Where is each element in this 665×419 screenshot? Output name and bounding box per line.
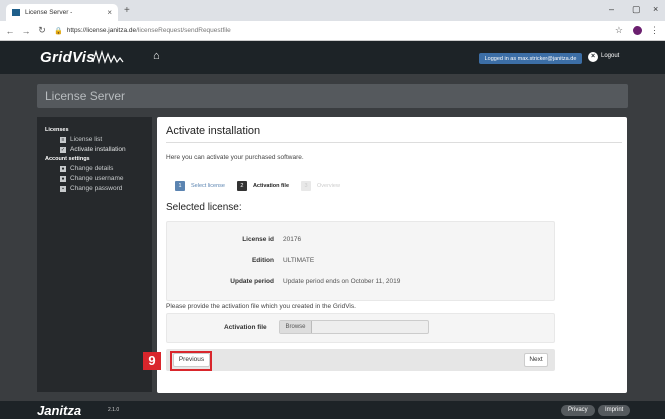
browse-button[interactable]: Browse bbox=[280, 321, 312, 333]
step-label: Select license bbox=[191, 183, 225, 189]
step-indicator: 1 Select license 2 Activation file 3 Ove… bbox=[175, 181, 352, 191]
gridvis-logo[interactable]: GridVis bbox=[40, 49, 95, 66]
lock-icon: ▪ bbox=[60, 185, 66, 192]
janitza-logo: Janitza bbox=[37, 403, 82, 418]
url-path: /licenseRequest/sendRequestfile bbox=[136, 27, 231, 34]
activation-file-box: Activation file Browse bbox=[166, 313, 555, 343]
sidebar-heading-licenses: Licenses bbox=[45, 127, 69, 133]
version-label: 2.1.0 bbox=[108, 407, 120, 413]
privacy-link[interactable]: Privacy bbox=[561, 405, 595, 416]
wizard-footer: Previous Next bbox=[166, 349, 555, 371]
section-title: Selected license: bbox=[166, 202, 242, 213]
intro-text: Here you can activate your purchased sof… bbox=[166, 154, 304, 161]
tab-title: License Server - bbox=[25, 9, 73, 16]
edition-value: ULTIMATE bbox=[283, 257, 315, 264]
address-bar: ← → ↻ 🔒 https://license.janitza.de /lice… bbox=[0, 21, 665, 41]
provide-text: Please provide the activation file which… bbox=[166, 303, 356, 310]
step-number: 1 bbox=[175, 181, 185, 191]
url-host: https://license.janitza.de bbox=[66, 27, 137, 34]
bookmark-star-icon[interactable]: ☆ bbox=[615, 25, 623, 36]
edition-label: Edition bbox=[251, 257, 274, 264]
step-select-license[interactable]: 1 Select license bbox=[175, 181, 225, 191]
close-tab-icon[interactable]: × bbox=[107, 8, 112, 17]
user-icon: ● bbox=[60, 175, 66, 182]
tutorial-step-marker: 9 bbox=[143, 352, 161, 370]
sidebar-item-activate-installation[interactable]: ✓ Activate installation bbox=[60, 146, 152, 153]
check-icon: ✓ bbox=[60, 146, 66, 153]
sidebar-item-license-list[interactable]: ≡ License list bbox=[60, 136, 152, 143]
home-icon[interactable]: ⌂ bbox=[153, 50, 160, 62]
back-icon[interactable]: ← bbox=[4, 26, 16, 36]
next-button[interactable]: Next bbox=[524, 353, 548, 367]
browser-titlebar: License Server - × + – ▢ × bbox=[0, 0, 665, 21]
imprint-link[interactable]: Imprint bbox=[598, 405, 631, 416]
license-details: License id 20176 Edition ULTIMATE Update… bbox=[166, 221, 555, 301]
url-field[interactable]: 🔒 https://license.janitza.de /licenseReq… bbox=[54, 24, 615, 38]
list-icon: ≡ bbox=[60, 136, 66, 143]
step-activation-file: 2 Activation file bbox=[236, 181, 289, 191]
sidebar-item-change-password[interactable]: ▪ Change password bbox=[60, 185, 152, 192]
previous-button-highlight bbox=[170, 351, 212, 371]
logout-link[interactable]: Logout bbox=[601, 53, 619, 59]
edition-row: Edition ULTIMATE bbox=[167, 257, 556, 269]
main-panel: Activate installation Here you can activ… bbox=[157, 117, 627, 393]
update-period-row: Update period Update period ends on Octo… bbox=[167, 278, 556, 290]
sidebar-heading-account: Account settings bbox=[45, 156, 90, 162]
new-tab-icon[interactable]: + bbox=[124, 5, 130, 16]
update-period-label: Update period bbox=[230, 278, 274, 285]
app-footer: Janitza 2.1.0 Privacy Imprint bbox=[0, 401, 665, 419]
step-label: Activation file bbox=[252, 183, 289, 189]
step-number: 2 bbox=[236, 181, 247, 191]
logout-icon[interactable]: × bbox=[588, 52, 598, 62]
sidebar-item-label: License list bbox=[70, 136, 103, 143]
step-number: 3 bbox=[301, 181, 311, 191]
page-banner: License Server bbox=[37, 84, 628, 108]
page-title: Activate installation bbox=[166, 125, 261, 137]
activation-file-input[interactable]: Browse bbox=[279, 320, 429, 334]
sidebar-item-label: Change password bbox=[70, 185, 123, 192]
step-label: Overview bbox=[317, 183, 340, 189]
activation-file-label: Activation file bbox=[224, 324, 267, 331]
license-id-label: License id bbox=[242, 236, 274, 243]
step-overview: 3 Overview bbox=[301, 181, 340, 191]
maximize-icon[interactable]: ▢ bbox=[632, 4, 641, 15]
forward-icon[interactable]: → bbox=[20, 26, 32, 36]
close-window-icon[interactable]: × bbox=[653, 4, 658, 14]
minimize-icon[interactable]: – bbox=[609, 4, 614, 14]
sidebar-item-label: Activate installation bbox=[70, 146, 126, 153]
user-icon: ● bbox=[60, 165, 66, 172]
logo-wave-icon bbox=[92, 50, 124, 64]
reload-icon[interactable]: ↻ bbox=[36, 25, 48, 36]
sidebar: Licenses ≡ License list ✓ Activate insta… bbox=[37, 117, 152, 392]
sidebar-item-label: Change username bbox=[70, 175, 124, 182]
license-id-row: License id 20176 bbox=[167, 236, 556, 248]
lock-icon: 🔒 bbox=[54, 27, 63, 35]
favicon-icon bbox=[12, 9, 20, 16]
browser-menu-icon[interactable]: ⋮ bbox=[650, 25, 659, 36]
app-header: GridVis ⌂ Logged in as max.stricker@jani… bbox=[0, 41, 665, 74]
sidebar-item-change-details[interactable]: ● Change details bbox=[60, 165, 152, 172]
update-period-value: Update period ends on October 11, 2019 bbox=[283, 278, 401, 285]
logged-in-badge: Logged in as max.stricker@janitza.de bbox=[479, 53, 582, 64]
profile-avatar[interactable] bbox=[633, 26, 642, 35]
banner-title: License Server bbox=[45, 89, 126, 103]
sidebar-item-label: Change details bbox=[70, 165, 114, 172]
browser-tab[interactable]: License Server - × bbox=[6, 4, 118, 21]
title-divider bbox=[166, 142, 622, 143]
license-id-value: 20176 bbox=[283, 236, 302, 243]
sidebar-item-change-username[interactable]: ● Change username bbox=[60, 175, 152, 182]
